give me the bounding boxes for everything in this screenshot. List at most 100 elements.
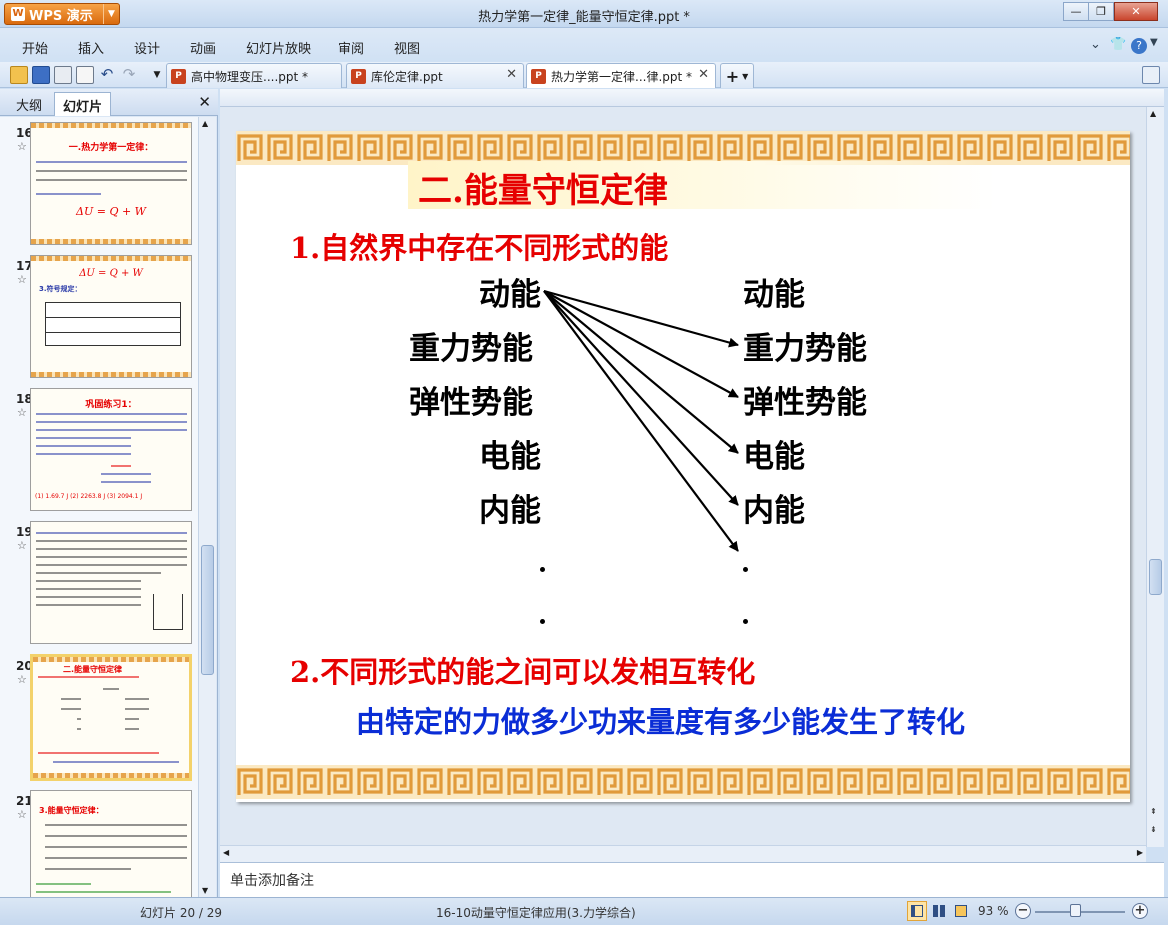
doc-tab-3[interactable]: P 热力学第一定律...律.ppt * ✕ bbox=[526, 63, 716, 88]
print-preview-icon[interactable] bbox=[76, 66, 94, 84]
panel-tabs: 大纲 幻灯片 ✕ bbox=[0, 89, 218, 116]
close-panel-icon[interactable]: ✕ bbox=[198, 93, 211, 111]
status-bar: 幻灯片 20 / 29 16-10动量守恒定律应用(3.力学综合) 93 % −… bbox=[0, 897, 1168, 925]
print-icon[interactable] bbox=[54, 66, 72, 84]
animation-star-icon: ☆ bbox=[17, 273, 27, 286]
zoom-out-button[interactable]: − bbox=[1015, 903, 1031, 919]
tab-close-icon[interactable]: ✕ bbox=[698, 67, 709, 82]
slide-scrollbar[interactable]: ▲ ⇞ ⇟ bbox=[1146, 107, 1164, 847]
help-dropdown-icon[interactable]: ▼ bbox=[1150, 37, 1158, 48]
scroll-down-icon[interactable]: ▼ bbox=[202, 886, 208, 895]
menu-view[interactable]: 视图 bbox=[394, 38, 420, 57]
scroll-left-icon[interactable]: ◀ bbox=[223, 848, 229, 857]
window-title: 热力学第一定律_能量守恒定律.ppt * bbox=[478, 10, 690, 25]
doc-tab-label: 热力学第一定律...律.ppt * bbox=[551, 69, 693, 84]
menu-bar: 开始 插入 设计 动画 幻灯片放映 审阅 视图 ⌄ 👕 ? ▼ bbox=[0, 28, 1168, 62]
menu-review[interactable]: 审阅 bbox=[338, 38, 364, 57]
animation-star-icon: ☆ bbox=[17, 406, 27, 419]
open-icon[interactable] bbox=[10, 66, 28, 84]
slide-sorter-button[interactable] bbox=[929, 901, 949, 921]
scrollbar-thumb[interactable] bbox=[1149, 559, 1162, 595]
slide-thumbnail-21[interactable]: 3.能量守恒定律： bbox=[30, 790, 192, 897]
maximize-button[interactable]: ❐ bbox=[1088, 2, 1114, 21]
slide-thumbnail-18[interactable]: 巩固练习1： (1) 1.69.7 J (2) 2263.8 J (3) 209… bbox=[30, 388, 192, 511]
ruler bbox=[220, 89, 1164, 107]
save-icon[interactable] bbox=[32, 66, 50, 84]
slide-thumbnail-17[interactable]: ΔU = Q + W 3.符号规定： bbox=[30, 255, 192, 378]
app-name: WPS 演示 bbox=[29, 8, 93, 24]
point-3: 由特定的力做多少功来量度有多少能发生了转化 bbox=[356, 705, 966, 739]
new-tab-button[interactable]: + ▼ bbox=[720, 63, 754, 88]
thumbnail-list: 16 ☆ 一.热力学第一定律： ΔU = Q + W 17 ☆ ΔU = Q +… bbox=[0, 117, 198, 897]
menu-home[interactable]: 开始 bbox=[22, 38, 48, 57]
animation-star-icon: ☆ bbox=[17, 539, 27, 552]
notes-pane[interactable]: 单击添加备注 bbox=[220, 862, 1164, 897]
slide-thumbnail-16[interactable]: 一.热力学第一定律： ΔU = Q + W bbox=[30, 122, 192, 245]
ellipsis-dot bbox=[540, 567, 545, 572]
app-menu-arrow-icon: ▼ bbox=[103, 4, 119, 24]
ppt-file-icon: P bbox=[351, 68, 366, 84]
slideshow-button[interactable] bbox=[951, 901, 971, 921]
shirt-icon[interactable]: 👕 bbox=[1110, 37, 1126, 52]
thumb-formula: ΔU = Q + W bbox=[79, 268, 143, 279]
doc-tab-label: 库伦定律.ppt bbox=[371, 69, 443, 84]
tab-slides[interactable]: 幻灯片 bbox=[54, 92, 112, 116]
undo-icon[interactable]: ↶ bbox=[98, 66, 116, 84]
doc-tab-label: 高中物理变压....ppt * bbox=[191, 69, 309, 84]
thumb-footer: (1) 1.69.7 J (2) 2263.8 J (3) 2094.1 J bbox=[35, 493, 143, 500]
prev-slide-icon[interactable]: ⇞ bbox=[1150, 807, 1157, 816]
ppt-file-icon: P bbox=[531, 68, 546, 84]
doc-tab-1[interactable]: P 高中物理变压....ppt * bbox=[166, 63, 342, 88]
horizontal-scrollbar[interactable]: ◀ ▶ bbox=[220, 845, 1146, 862]
customize-icon[interactable]: ▼ bbox=[148, 66, 166, 84]
next-slide-icon[interactable]: ⇟ bbox=[1150, 825, 1157, 834]
scrollbar-thumb[interactable] bbox=[201, 545, 214, 675]
thumb-title: 3.能量守恒定律： bbox=[39, 806, 104, 815]
normal-view-button[interactable] bbox=[907, 901, 927, 921]
menu-animation[interactable]: 动画 bbox=[190, 38, 216, 57]
tab-outline[interactable]: 大纲 bbox=[8, 92, 50, 116]
menu-slideshow[interactable]: 幻灯片放映 bbox=[246, 38, 311, 57]
doc-tab-2[interactable]: P 库伦定律.ppt ✕ bbox=[346, 63, 524, 88]
zoom-in-button[interactable]: + bbox=[1132, 903, 1148, 919]
menu-insert[interactable]: 插入 bbox=[78, 38, 104, 57]
thumb-title: 一.热力学第一定律： bbox=[68, 143, 154, 153]
close-button[interactable]: ✕ bbox=[1114, 2, 1158, 21]
slide-thumbnail-19[interactable] bbox=[30, 521, 192, 644]
title-bar: W WPS 演示 ▼ 热力学第一定律_能量守恒定律.ppt * — ❐ ✕ bbox=[0, 0, 1168, 28]
ellipsis-dot bbox=[743, 567, 748, 572]
layout-icon[interactable] bbox=[1142, 66, 1160, 84]
slide-counter: 幻灯片 20 / 29 bbox=[140, 906, 223, 920]
ppt-file-icon: P bbox=[171, 68, 186, 84]
wps-logo-icon: W bbox=[11, 7, 25, 21]
help-icon[interactable]: ? bbox=[1131, 38, 1147, 54]
slides-panel: 大纲 幻灯片 ✕ 16 ☆ 一.热力学第一定律： ΔU = Q + W 17 ☆… bbox=[0, 89, 218, 897]
chevron-down-icon[interactable]: ⌄ bbox=[1090, 37, 1101, 52]
tab-toolbar: ↶ ↷ ▼ P 高中物理变压....ppt * P 库伦定律.ppt ✕ P 热… bbox=[0, 62, 1168, 88]
scroll-up-icon[interactable]: ▲ bbox=[202, 119, 208, 128]
ellipsis-dot bbox=[743, 619, 748, 624]
animation-star-icon: ☆ bbox=[17, 808, 27, 821]
slide-canvas[interactable]: 二.能量守恒定律 1.自然界中存在不同形式的能 动能 重力势能 弹性势能 电能 … bbox=[236, 131, 1130, 802]
minimize-button[interactable]: — bbox=[1063, 2, 1089, 21]
zoom-slider-thumb[interactable] bbox=[1070, 904, 1082, 917]
notes-placeholder[interactable]: 单击添加备注 bbox=[230, 870, 314, 890]
thumb-title: 二.能量守恒定律 bbox=[63, 665, 123, 674]
thumb-sub: 3.符号规定： bbox=[39, 285, 82, 293]
app-menu-button[interactable]: W WPS 演示 ▼ bbox=[4, 3, 120, 25]
template-name: 16-10动量守恒定律应用(3.力学综合) bbox=[436, 906, 636, 920]
tab-close-icon[interactable]: ✕ bbox=[506, 67, 517, 82]
scroll-up-icon[interactable]: ▲ bbox=[1150, 109, 1156, 118]
scroll-right-icon[interactable]: ▶ bbox=[1137, 848, 1143, 857]
thumbnail-scrollbar[interactable]: ▲ ▼ bbox=[198, 117, 216, 897]
point-2: 2.不同形式的能之间可以发相互转化 bbox=[290, 655, 756, 689]
thumb-title: 巩固练习1： bbox=[85, 400, 137, 410]
zoom-level: 93 % bbox=[978, 904, 1009, 918]
animation-star-icon: ☆ bbox=[17, 673, 27, 686]
ellipsis-dot bbox=[540, 619, 545, 624]
slide-thumbnail-20[interactable]: 二.能量守恒定律 bbox=[30, 654, 192, 781]
menu-design[interactable]: 设计 bbox=[134, 38, 160, 57]
redo-icon[interactable]: ↷ bbox=[120, 66, 138, 84]
animation-star-icon: ☆ bbox=[17, 140, 27, 153]
thumb-formula: ΔU = Q + W bbox=[76, 205, 146, 218]
